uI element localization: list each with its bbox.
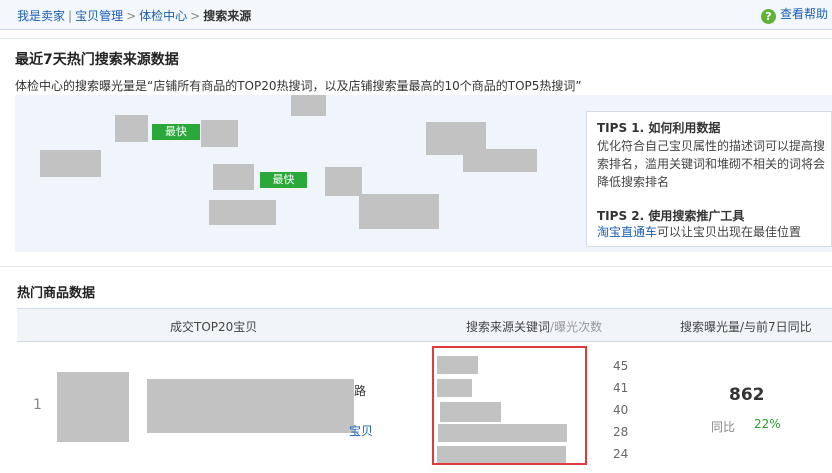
section-title-hot-items: 热门商品数据	[17, 286, 96, 301]
section-title-search-source: 最近7天热门搜索来源数据	[15, 52, 179, 68]
compare-label: 同比	[711, 420, 736, 434]
breadcrumb-seller[interactable]: 我是卖家	[17, 9, 65, 23]
keyword-placeholder[interactable]	[201, 120, 238, 147]
help-link[interactable]: ? 查看帮助	[760, 5, 828, 24]
fastest-badge: 最快	[260, 172, 307, 188]
breadcrumb-separator: >	[190, 9, 201, 23]
keyword-placeholder[interactable]	[213, 164, 254, 190]
table-header: 成交TOP20宝贝 搜索来源关键词/曝光次数 搜索曝光量/与前7日同比	[17, 308, 832, 342]
compare-value: 22%	[754, 417, 781, 431]
section-description: 体检中心的搜索曝光量是“店铺所有商品的TOP20热搜词，以及店铺搜索量最高的10…	[15, 79, 582, 93]
breadcrumb-item-management[interactable]: 宝贝管理	[75, 9, 123, 23]
product-link-fragment[interactable]: 宝贝	[349, 422, 373, 439]
breadcrumb: 我是卖家 | 宝贝管理 > 体检中心 > 搜索来源	[17, 7, 251, 24]
fastest-badge: 最快	[152, 124, 200, 140]
column-exposure-count-label: 曝光次数	[554, 320, 603, 334]
row-rank: 1	[33, 397, 42, 413]
divider	[0, 38, 832, 39]
tip1-title: TIPS 1. 如何利用数据	[597, 121, 721, 135]
exposure-count: 24	[613, 447, 629, 461]
column-header-item: 成交TOP20宝贝	[170, 320, 258, 334]
help-label: 查看帮助	[779, 7, 828, 21]
breadcrumb-separator: |	[68, 9, 73, 23]
divider	[0, 266, 832, 267]
breadcrumb-separator: >	[126, 9, 137, 23]
column-header-exposure: 搜索曝光量/与前7日同比	[680, 320, 812, 334]
keyword-placeholder[interactable]	[40, 150, 101, 177]
keyword-placeholder[interactable]	[291, 95, 326, 116]
keyword-placeholder[interactable]	[463, 149, 537, 172]
tips-panel: TIPS 1. 如何利用数据 优化符合自己宝贝属性的描述词可以提高搜索排名，滥用…	[586, 111, 832, 247]
exposure-count: 40	[613, 403, 629, 417]
exposure-count: 28	[613, 425, 629, 439]
keyword-placeholder[interactable]	[115, 115, 148, 142]
keyword-placeholder[interactable]	[209, 200, 276, 225]
breadcrumb-current: 搜索来源	[203, 9, 252, 23]
keyword-placeholder[interactable]	[325, 167, 362, 196]
tip2-line: 淘宝直通车可以让宝贝出现在最佳位置	[597, 223, 829, 241]
product-title-fragment: 路	[354, 384, 367, 398]
tip1-text: 优化符合自己宝贝属性的描述词可以提高搜索排名，滥用关键词和堆砌不相关的词将会降低…	[597, 139, 826, 189]
exposure-total: 862	[729, 385, 765, 405]
help-icon: ?	[760, 9, 776, 24]
keyword-placeholder[interactable]	[359, 194, 439, 229]
product-thumbnail[interactable]	[57, 372, 129, 442]
tip2-link[interactable]: 淘宝直通车	[597, 225, 657, 239]
exposure-count: 45	[613, 359, 629, 373]
product-title-placeholder[interactable]	[147, 379, 354, 433]
column-keyword-label: 搜索来源关键词	[466, 320, 551, 334]
tip2-title: TIPS 2. 使用搜索推广工具	[597, 209, 745, 223]
column-header-keyword: 搜索来源关键词/曝光次数	[466, 318, 602, 335]
breadcrumb-health-center[interactable]: 体检中心	[139, 9, 187, 23]
exposure-count: 41	[613, 381, 629, 395]
highlight-box	[432, 346, 587, 465]
tip2-text: 可以让宝贝出现在最佳位置	[657, 225, 802, 239]
